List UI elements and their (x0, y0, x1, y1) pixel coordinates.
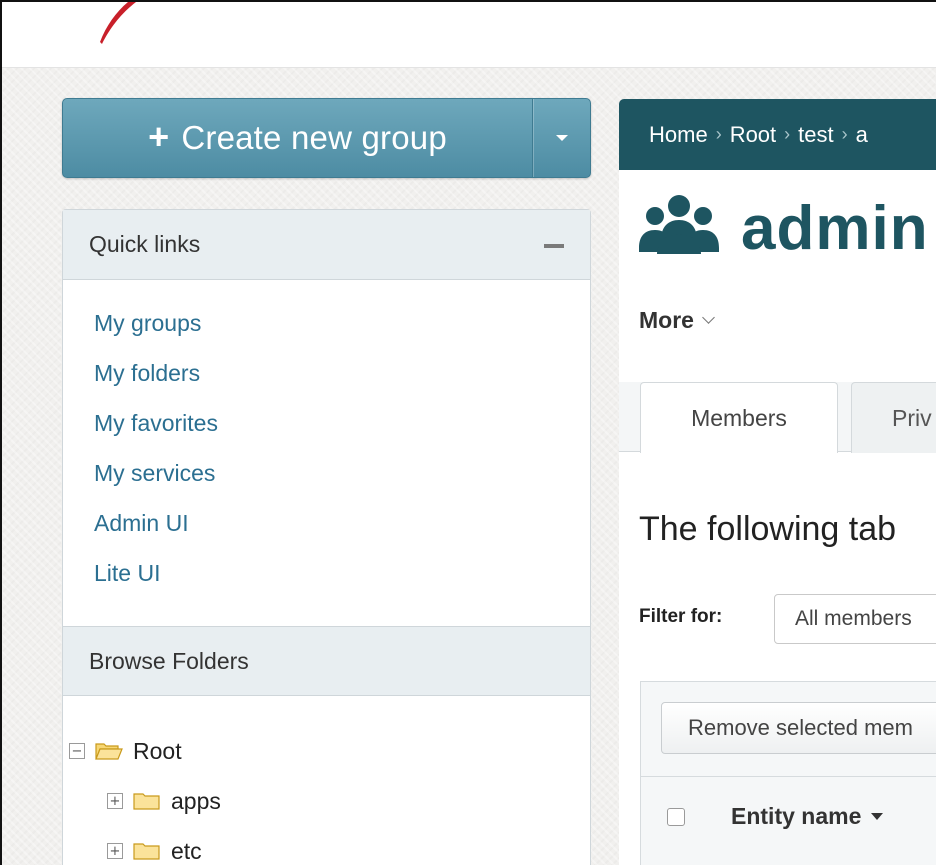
folder-open-icon (95, 743, 123, 760)
tree-collapse-icon[interactable]: − (69, 743, 85, 759)
quick-link-my-favorites[interactable]: My favorites (94, 408, 590, 458)
tree-node-label[interactable]: Root (133, 738, 182, 765)
tree-node-root[interactable]: − Root (69, 726, 590, 776)
quick-links-header: Quick links (63, 210, 590, 280)
chevron-down-icon (702, 311, 715, 324)
tree-node-etc[interactable]: + etc (69, 826, 590, 865)
tab-members[interactable]: Members (640, 382, 838, 453)
tree-expand-icon[interactable]: + (107, 793, 123, 809)
quick-link-my-services[interactable]: My services (94, 458, 590, 508)
more-label: More (639, 307, 694, 333)
caret-down-icon (555, 135, 568, 141)
tab-privileges[interactable]: Priv (851, 382, 936, 453)
sort-caret-icon (871, 813, 884, 820)
breadcrumb-separator: › (841, 124, 848, 144)
quick-links-list: My groups My folders My favorites My ser… (63, 280, 590, 626)
more-menu-button[interactable]: More (639, 307, 715, 334)
create-new-group-button[interactable]: + Create new group (63, 99, 532, 177)
quick-link-my-folders[interactable]: My folders (94, 358, 590, 408)
quick-link-lite-ui[interactable]: Lite UI (94, 558, 590, 608)
column-entity-name-label: Entity name (731, 803, 862, 829)
top-header (2, 2, 936, 68)
members-table: Remove selected mem Entity name (640, 681, 936, 865)
breadcrumb-separator: › (784, 124, 791, 144)
breadcrumb-test[interactable]: test (798, 122, 833, 148)
filter-label: Filter for: (639, 606, 723, 627)
browse-folders-header: Browse Folders (63, 626, 590, 696)
select-all-checkbox[interactable] (667, 807, 685, 826)
remove-selected-members-button[interactable]: Remove selected mem (661, 702, 936, 754)
folder-icon (133, 793, 160, 810)
browse-folders-title: Browse Folders (89, 647, 249, 674)
create-group-dropdown-toggle[interactable] (532, 99, 590, 177)
logo-swoosh-icon (100, 2, 136, 44)
folder-icon (133, 843, 160, 860)
quick-link-my-groups[interactable]: My groups (94, 308, 590, 358)
quick-link-admin-ui[interactable]: Admin UI (94, 508, 590, 558)
tree-node-apps[interactable]: + apps (69, 776, 590, 826)
quick-links-title: Quick links (89, 231, 201, 257)
breadcrumb-root[interactable]: Root (730, 122, 776, 148)
tree-node-label[interactable]: etc (171, 838, 202, 865)
main-panel: admin More Members Priv The following ta… (619, 170, 936, 865)
folder-tree: − Root + apps + etc (63, 696, 590, 865)
tree-node-label[interactable]: apps (171, 788, 221, 815)
breadcrumb-current: a (855, 121, 868, 147)
create-new-group-split-button: + Create new group (62, 98, 591, 178)
group-users-icon (639, 195, 719, 254)
table-header-row: Entity name (641, 776, 936, 856)
collapse-minus-icon[interactable] (544, 243, 564, 248)
intro-heading: The following tab (639, 510, 897, 548)
tree-expand-icon[interactable]: + (107, 843, 123, 859)
group-name: admin (741, 193, 929, 263)
column-entity-name[interactable]: Entity name (731, 803, 884, 830)
tab-bar: Members Priv (619, 382, 936, 453)
breadcrumb-separator: › (715, 124, 722, 144)
sidebar-panel: Quick links My groups My folders My favo… (62, 209, 591, 865)
page-title: admin (639, 192, 929, 264)
filter-select[interactable]: All members (774, 594, 936, 644)
plus-icon: + (148, 115, 170, 157)
breadcrumb-home[interactable]: Home (649, 122, 708, 148)
create-new-group-label: Create new group (181, 119, 447, 156)
breadcrumb: Home › Root › test › a (619, 99, 936, 170)
